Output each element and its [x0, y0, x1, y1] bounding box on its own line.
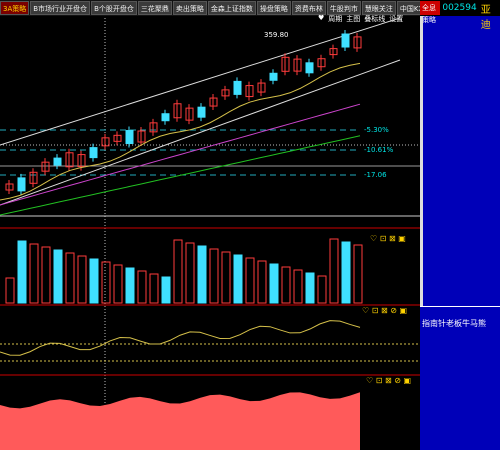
ma-line-1	[0, 62, 361, 201]
candle-body	[341, 33, 350, 48]
volume-bar	[221, 251, 231, 304]
stock-info-panel: 全息策略 002594 比亚迪 指南针老板牛马熊	[420, 0, 500, 450]
pct-label-3: -17.06	[364, 171, 387, 179]
volume-bar	[329, 238, 339, 304]
volume-bar	[101, 261, 111, 304]
ma-line-2	[0, 103, 361, 206]
candle-body	[269, 72, 278, 81]
candle-body	[233, 80, 242, 95]
volume-bar	[293, 269, 303, 304]
candle-body	[125, 130, 134, 145]
volume-bar	[149, 273, 159, 304]
volume-bar	[173, 239, 183, 304]
volume-bar	[41, 246, 51, 304]
panel-icons-2[interactable]: ♡ ⊡ ⊠ ⊘ ▣	[362, 306, 407, 316]
stock-header: 全息策略 002594 比亚迪	[420, 0, 500, 31]
volume-bar	[17, 240, 27, 304]
volume-bar	[233, 254, 243, 304]
volume-bar	[341, 241, 351, 304]
volume-bar	[53, 249, 63, 304]
indicator-name: 指南针老板牛马熊	[422, 319, 486, 328]
candle-body	[161, 113, 170, 122]
volume-bar	[185, 242, 195, 304]
volume-bar	[197, 245, 207, 304]
indicator-fill	[0, 392, 360, 450]
stock-name: 比亚迪	[480, 0, 492, 31]
kline-chart	[0, 17, 420, 450]
panel-divider	[420, 306, 500, 307]
indicator-area	[0, 392, 360, 450]
volume-bar	[125, 267, 135, 304]
volume-bar	[269, 263, 279, 304]
candles	[5, 30, 362, 195]
pct-label-1: -5.30%	[364, 126, 389, 134]
volume-bar	[305, 272, 315, 304]
candle-body	[89, 147, 98, 159]
chart-grid	[0, 18, 420, 450]
volume-bar	[77, 255, 87, 304]
volume-bar	[137, 270, 147, 304]
volume-bar	[353, 244, 363, 304]
volume-bar	[317, 275, 327, 304]
panel-scrollbar[interactable]	[420, 16, 423, 306]
pct-label-2: -10.61%	[364, 146, 394, 154]
candle-body	[305, 62, 314, 74]
panel-icons-1[interactable]: ♡ ⊡ ⊠ ▣	[370, 234, 406, 244]
strategy-button[interactable]: 全息策略	[420, 1, 441, 24]
candle-body	[53, 157, 62, 166]
volume-bar	[89, 258, 99, 304]
volume-bar	[29, 243, 39, 304]
volume-bar	[245, 257, 255, 304]
volume-bar	[281, 266, 291, 304]
stock-code: 002594	[442, 3, 477, 13]
volume-bar	[5, 277, 15, 304]
volume-bars	[5, 238, 363, 304]
indicator-curve	[0, 320, 361, 356]
volume-bar	[161, 276, 171, 304]
indicator-line	[0, 320, 361, 356]
volume-bar	[65, 252, 75, 304]
panel-icons-3[interactable]: ♡ ⊡ ⊠ ⊘ ▣	[366, 376, 411, 386]
high-price-label: 359.80	[264, 31, 289, 39]
volume-bar	[113, 264, 123, 304]
volume-bar	[209, 248, 219, 304]
candle-body	[197, 106, 206, 118]
moving-averages	[0, 62, 361, 216]
candle-body	[17, 177, 26, 192]
volume-bar	[257, 260, 267, 304]
